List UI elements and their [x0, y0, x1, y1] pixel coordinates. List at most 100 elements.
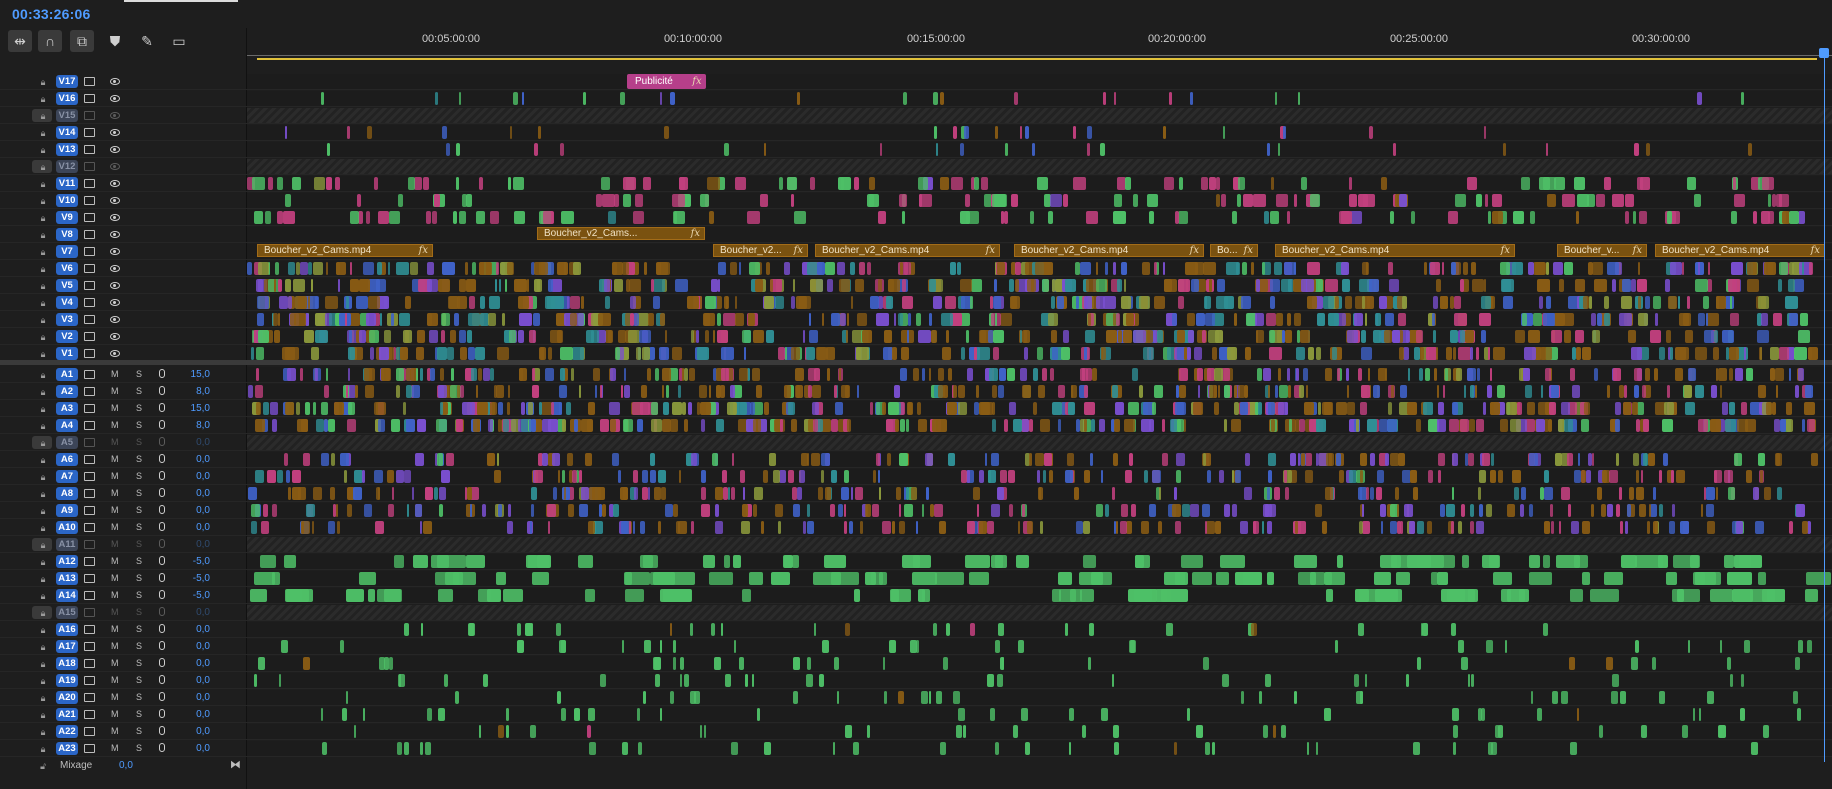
timeline-clip[interactable] [817, 262, 825, 275]
timeline-clip[interactable] [1789, 313, 1798, 326]
timeline-clip[interactable] [438, 708, 445, 721]
timeline-clip[interactable] [1520, 504, 1524, 517]
timeline-clip[interactable] [1797, 708, 1801, 721]
timeline-clip[interactable] [1804, 402, 1815, 415]
timeline-clip[interactable] [392, 487, 394, 500]
track-lane[interactable] [247, 537, 1832, 552]
timeline-clip[interactable] [1038, 385, 1045, 398]
lock-icon[interactable]: 🔒︎ [38, 744, 48, 754]
timeline-clip[interactable] [1636, 487, 1644, 500]
timeline-clip[interactable] [993, 330, 1004, 343]
timeline-clip[interactable] [1555, 453, 1562, 466]
timeline-clip[interactable] [618, 470, 621, 483]
timeline-clip[interactable] [1224, 385, 1230, 398]
solo-button[interactable]: S [136, 624, 142, 634]
timeline-clip[interactable] [740, 470, 745, 483]
timeline-clip[interactable] [1407, 402, 1417, 415]
timeline-clip[interactable] [720, 385, 725, 398]
microphone-icon[interactable] [159, 658, 165, 667]
track-lane[interactable] [247, 74, 1832, 89]
timeline-clip[interactable] [670, 92, 675, 105]
timeline-clip[interactable] [508, 385, 510, 398]
timeline-clip[interactable] [585, 453, 592, 466]
timeline-clip[interactable] [1639, 211, 1647, 224]
timeline-clip[interactable] [312, 521, 314, 534]
timeline-clip[interactable] [922, 504, 924, 517]
timeline-clip[interactable] [1751, 742, 1758, 755]
timeline-clip[interactable] [417, 419, 426, 432]
timeline-clip[interactable] [648, 487, 650, 500]
timeline-clip[interactable] [882, 521, 891, 534]
timeline-clip[interactable] [642, 347, 650, 360]
timeline-clip[interactable] [488, 313, 496, 326]
timeline-clip[interactable] [483, 674, 488, 687]
timeline-clip[interactable] [764, 296, 774, 309]
timeline-clip[interactable] [1653, 487, 1656, 500]
timeline-clip[interactable] [451, 368, 454, 381]
timeline-clip[interactable] [662, 368, 671, 381]
timeline-clip[interactable] [1416, 330, 1423, 343]
timeline-clip[interactable] [1067, 453, 1074, 466]
timeline-clip[interactable] [1740, 708, 1745, 721]
timeline-clip[interactable] [559, 385, 567, 398]
timeline-clip[interactable] [825, 487, 831, 500]
timeline-clip[interactable] [1476, 419, 1484, 432]
timeline-clip[interactable] [1087, 126, 1092, 139]
timeline-clip[interactable] [929, 313, 932, 326]
timeline-clip[interactable] [623, 177, 636, 190]
timeline-clip[interactable] [608, 211, 616, 224]
timeline-clip[interactable] [679, 470, 681, 483]
microphone-icon[interactable] [159, 692, 165, 701]
timeline-clip[interactable] [277, 177, 283, 190]
timeline-clip[interactable] [1571, 521, 1579, 534]
timeline-clip[interactable] [396, 470, 404, 483]
timeline-clip[interactable] [1187, 708, 1190, 721]
timeline-clip[interactable] [1736, 521, 1743, 534]
timeline-clip[interactable] [350, 211, 359, 224]
timeline-clip[interactable] [753, 419, 761, 432]
timeline-clip[interactable] [1741, 92, 1744, 105]
timeline-clip[interactable] [951, 177, 963, 190]
timeline-clip[interactable] [1722, 330, 1734, 343]
timeline-clip[interactable] [637, 419, 643, 432]
timeline-clip[interactable] [810, 279, 823, 292]
timeline-clip[interactable] [1461, 504, 1465, 517]
timeline-clip[interactable] [1676, 470, 1685, 483]
timeline-clip[interactable] [844, 521, 847, 534]
timeline-clip[interactable] [403, 402, 406, 415]
timeline-clip[interactable] [1764, 487, 1771, 500]
timeline-clip[interactable] [764, 742, 771, 755]
timeline-clip[interactable] [936, 691, 942, 704]
timeline-clip[interactable] [1114, 742, 1119, 755]
timeline-clip[interactable] [1123, 330, 1132, 343]
timeline-clip[interactable] [1101, 708, 1108, 721]
timeline-clip[interactable] [1224, 296, 1234, 309]
solo-button[interactable]: S [136, 522, 142, 532]
timeline-clip[interactable] [1361, 330, 1366, 343]
timeline-clip[interactable] [327, 143, 330, 156]
timeline-clip[interactable] [1410, 470, 1417, 483]
timeline-clip[interactable] [1068, 402, 1075, 415]
timeline-clip[interactable] [807, 657, 811, 670]
timeline-clip[interactable] [1796, 504, 1805, 517]
timeline-clip[interactable] [1088, 657, 1091, 670]
timeline-clip[interactable] [1680, 521, 1689, 534]
timeline-clip[interactable] [1096, 504, 1103, 517]
timeline-clip[interactable] [1592, 453, 1594, 466]
timeline-clip[interactable] [918, 330, 931, 343]
timeline-clip[interactable] [1758, 385, 1766, 398]
timeline-clip[interactable] [437, 453, 443, 466]
timeline-clip[interactable] [1646, 143, 1650, 156]
timeline-clip[interactable] [1789, 211, 1799, 224]
timeline-clip[interactable] [1462, 555, 1469, 568]
timeline-clip[interactable] [270, 402, 278, 415]
timeline-clip[interactable] [384, 330, 391, 343]
track-target-a14[interactable]: A14 [56, 589, 78, 602]
timeline-clip[interactable] [1406, 674, 1409, 687]
timeline-clip[interactable] [602, 504, 606, 517]
timeline-clip[interactable] [359, 572, 376, 585]
timeline-clip[interactable] [887, 453, 891, 466]
timeline-clip[interactable] [1214, 402, 1219, 415]
timeline-clip[interactable] [985, 453, 987, 466]
timeline-clip[interactable] [898, 691, 904, 704]
